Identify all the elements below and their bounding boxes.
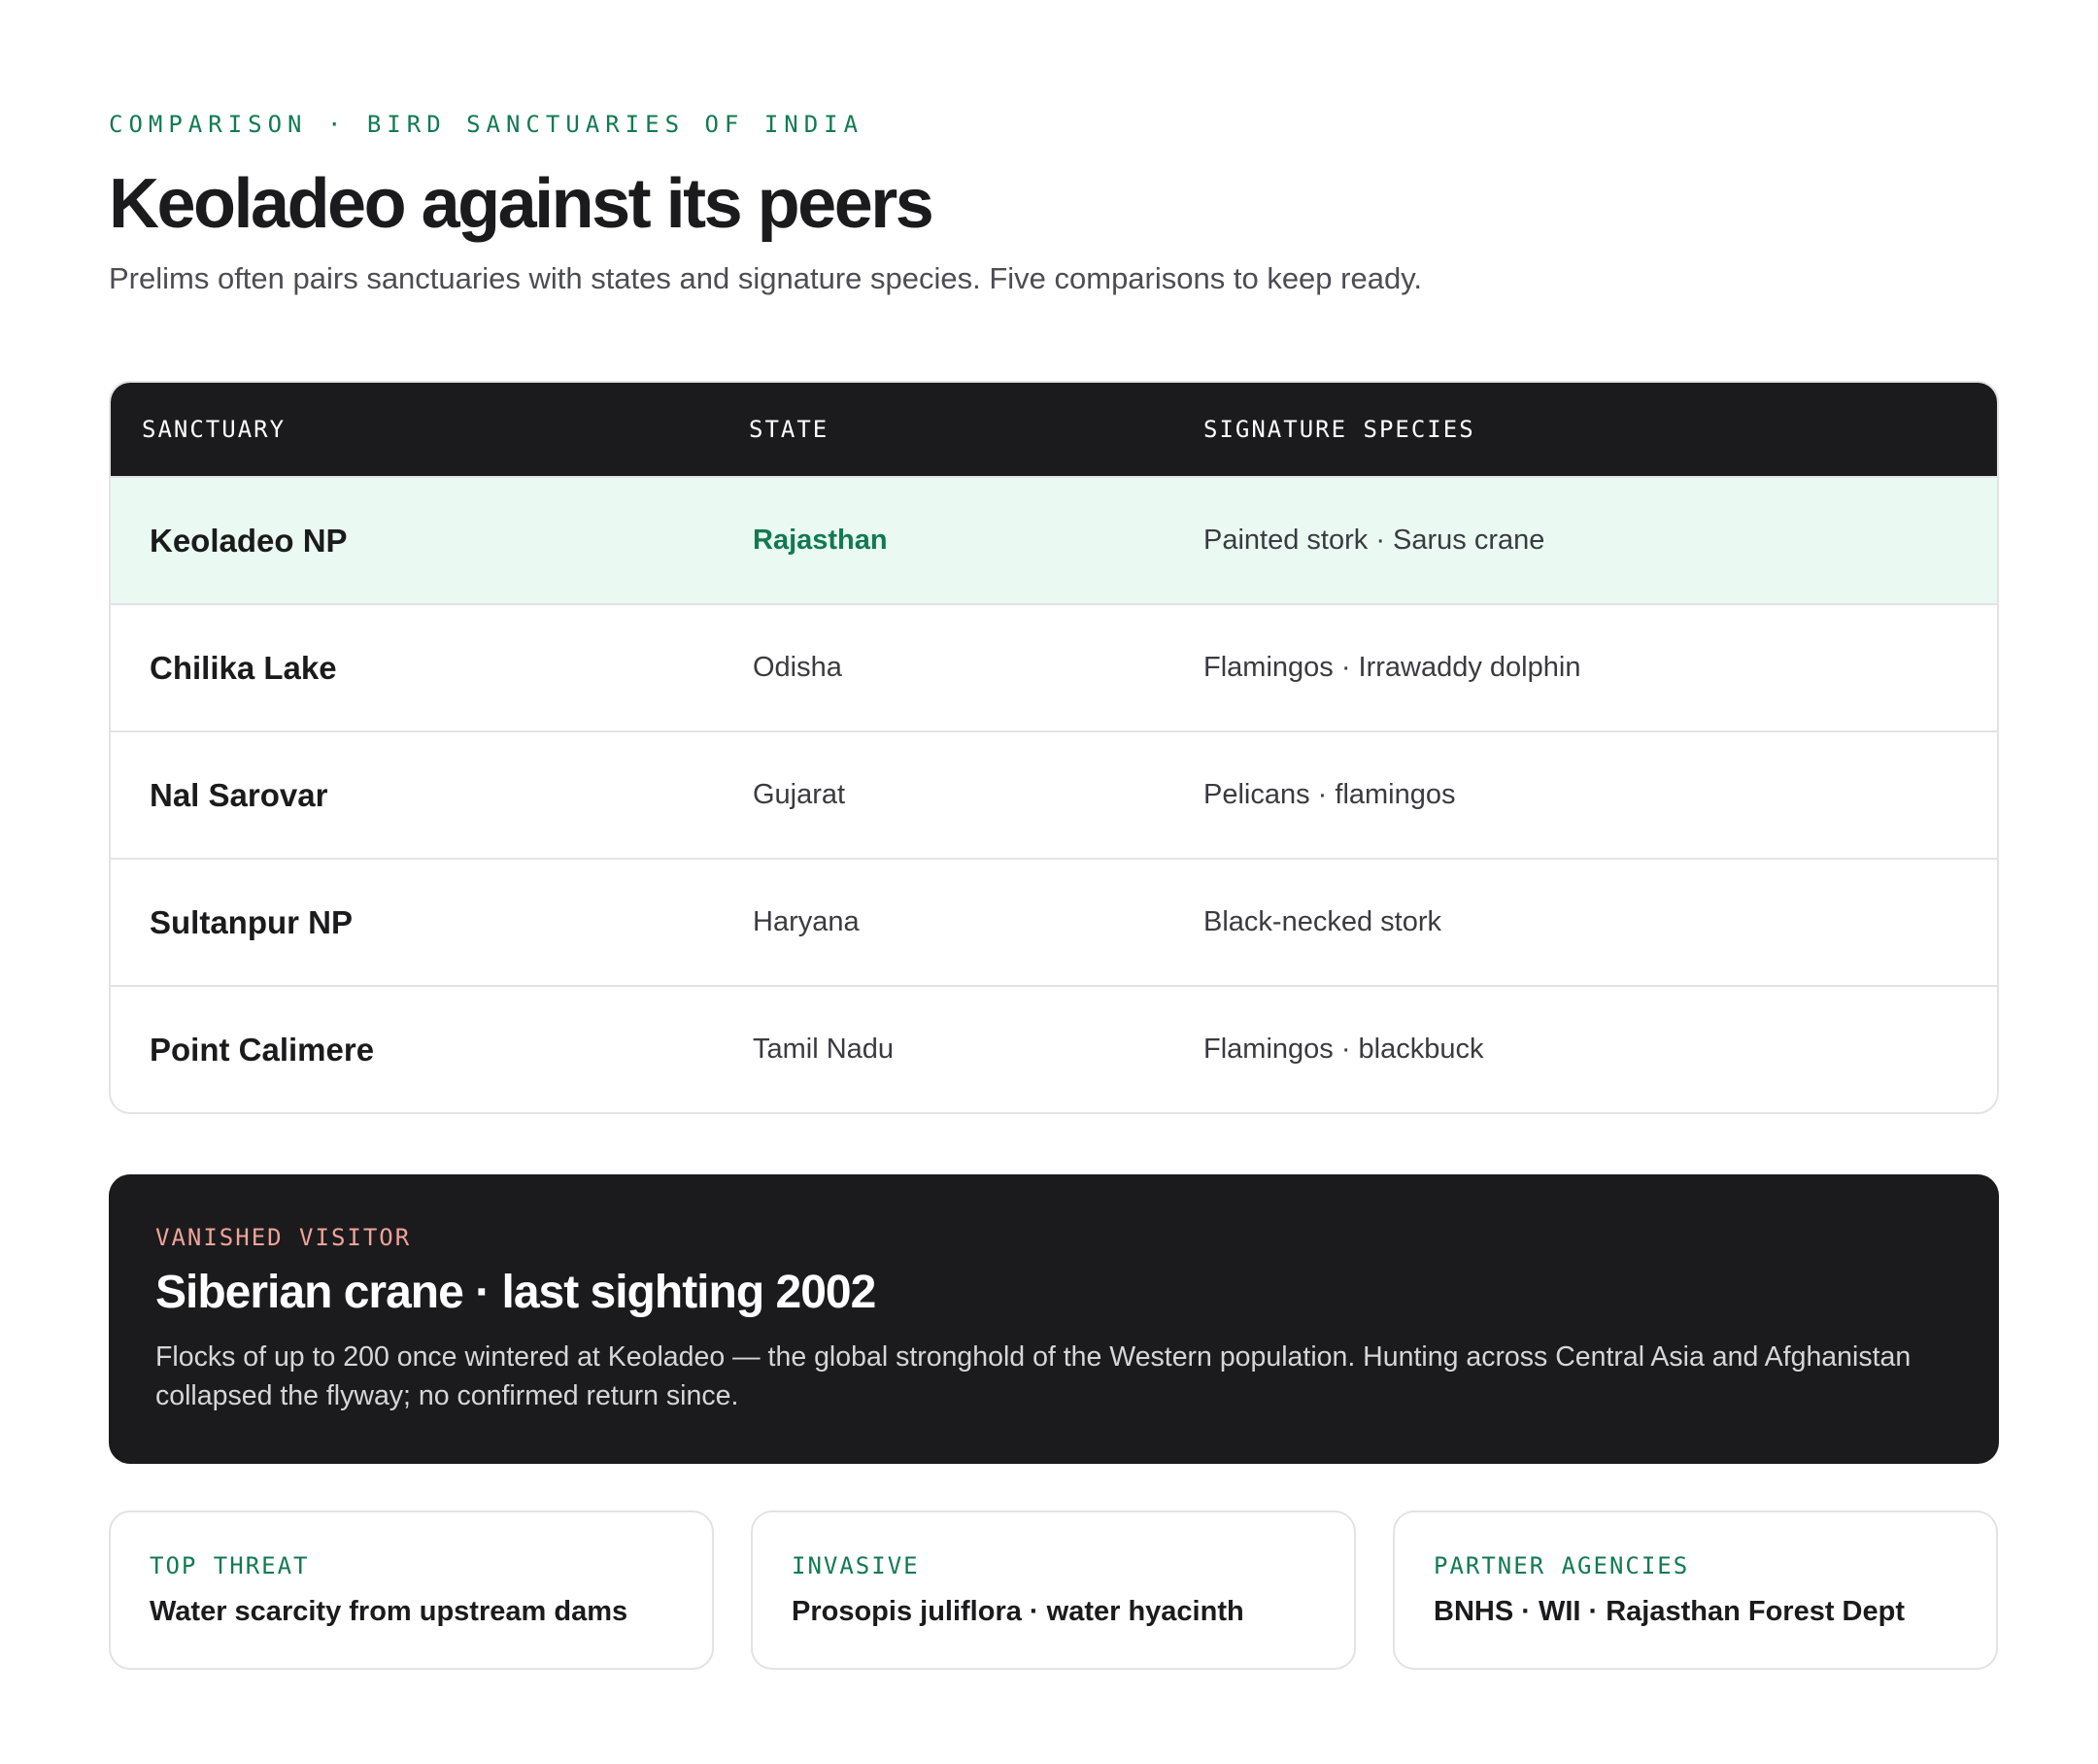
vanished-visitor-callout: VANISHED VISITOR Siberian crane · last s…	[109, 1174, 1999, 1464]
page-eyebrow: COMPARISON · BIRD SANCTUARIES OF INDIA	[109, 111, 864, 138]
card-value: Water scarcity from upstream dams	[150, 1596, 628, 1627]
table-header: SANCTUARY STATE SIGNATURE SPECIES	[111, 383, 1997, 476]
sanctuary-species: Flamingos · Irrawaddy dolphin	[1203, 652, 1581, 683]
card-partner-agencies: PARTNER AGENCIES BNHS · WII · Rajasthan …	[1393, 1510, 1998, 1670]
card-top-threat: TOP THREAT Water scarcity from upstream …	[109, 1510, 714, 1670]
card-invasive: INVASIVE Prosopis juliflora · water hyac…	[751, 1510, 1356, 1670]
fact-cards: TOP THREAT Water scarcity from upstream …	[109, 1510, 1999, 1670]
page: COMPARISON · BIRD SANCTUARIES OF INDIA K…	[109, 109, 1999, 1670]
page-title: Keoladeo against its peers	[109, 165, 934, 243]
card-label: TOP THREAT	[150, 1552, 310, 1579]
sanctuary-species: Flamingos · blackbuck	[1203, 1034, 1484, 1065]
sanctuary-name: Chilika Lake	[150, 649, 337, 686]
sanctuary-state: Haryana	[753, 906, 860, 937]
sanctuary-name: Keoladeo NP	[150, 522, 348, 559]
card-label: INVASIVE	[792, 1552, 920, 1579]
callout-body: Flocks of up to 200 once wintered at Keo…	[155, 1341, 1912, 1411]
column-header-species: SIGNATURE SPECIES	[1203, 416, 1475, 443]
comparison-table: SANCTUARY STATE SIGNATURE SPECIES Keolad…	[109, 381, 1999, 1114]
column-header-state: STATE	[749, 416, 829, 443]
sanctuary-state: Rajasthan	[753, 525, 888, 556]
sanctuary-species: Black-necked stork	[1203, 906, 1441, 937]
table-row: Sultanpur NP Haryana Black-necked stork	[111, 858, 1997, 985]
sanctuary-name: Point Calimere	[150, 1031, 375, 1068]
card-value: Prosopis juliflora · water hyacinth	[792, 1596, 1244, 1627]
table-row: Keoladeo NP Rajasthan Painted stork · Sa…	[111, 476, 1997, 603]
table-row: Point Calimere Tamil Nadu Flamingos · bl…	[111, 985, 1997, 1112]
table-row: Chilika Lake Odisha Flamingos · Irrawadd…	[111, 603, 1997, 730]
sanctuary-state: Odisha	[753, 652, 842, 683]
page-subtitle: Prelims often pairs sanctuaries with sta…	[109, 261, 1423, 295]
sanctuary-name: Sultanpur NP	[150, 903, 354, 940]
column-header-sanctuary: SANCTUARY	[142, 416, 287, 443]
card-value: BNHS · WII · Rajasthan Forest Dept	[1434, 1596, 1905, 1627]
sanctuary-state: Gujarat	[753, 779, 846, 810]
sanctuary-name: Nal Sarovar	[150, 776, 328, 813]
callout-eyebrow: VANISHED VISITOR	[155, 1224, 412, 1251]
card-label: PARTNER AGENCIES	[1434, 1552, 1690, 1579]
sanctuary-species: Pelicans · flamingos	[1203, 779, 1456, 810]
callout-title: Siberian crane · last sighting 2002	[155, 1267, 876, 1318]
table-row: Nal Sarovar Gujarat Pelicans · flamingos	[111, 730, 1997, 858]
sanctuary-state: Tamil Nadu	[753, 1034, 895, 1065]
sanctuary-species: Painted stork · Sarus crane	[1203, 525, 1545, 556]
